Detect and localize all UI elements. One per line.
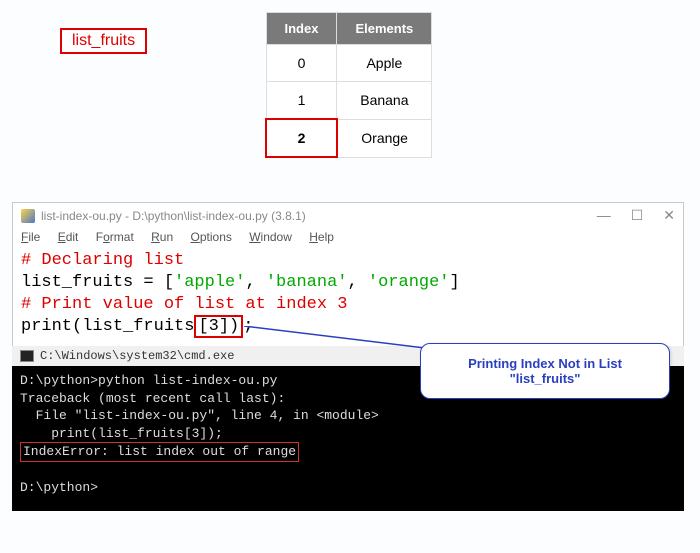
cmd-error-highlight: IndexError: list index out of range (20, 442, 299, 462)
cmd-icon (20, 350, 34, 362)
callout-box: Printing Index Not in List "list_fruits" (420, 343, 670, 399)
header-index: Index (266, 13, 337, 45)
code-string: 'apple' (174, 273, 245, 292)
code-comment: # Print value of list at index 3 (21, 295, 347, 314)
cell-element: Banana (337, 82, 432, 120)
minimize-button[interactable]: — (597, 207, 611, 224)
cell-index: 0 (266, 45, 337, 82)
menu-help[interactable]: Help (309, 230, 334, 244)
idle-titlebar: list-index-ou.py - D:\python\list-index-… (13, 203, 683, 228)
window-buttons: — ☐ ✕ (597, 207, 675, 224)
python-icon (21, 209, 35, 223)
variable-label: list_fruits (60, 28, 147, 54)
menu-options[interactable]: Options (191, 230, 232, 244)
code-text: , (245, 273, 265, 292)
table-row: 0 Apple (266, 45, 432, 82)
cell-index-highlight: 2 (266, 119, 337, 157)
code-comment: # Declaring list (21, 251, 184, 270)
code-text: list_fruits = [ (21, 273, 174, 292)
table-header-row: Index Elements (266, 13, 432, 45)
menu-file[interactable]: File (21, 230, 40, 244)
cmd-title-text: C:\Windows\system32\cmd.exe (40, 349, 234, 363)
code-text: , (347, 273, 367, 292)
cell-index: 1 (266, 82, 337, 120)
table-row: 2 Orange (266, 119, 432, 157)
cmd-prompt: D:\python> (20, 480, 98, 495)
cmd-line: D:\python>python list-index-ou.py (20, 373, 277, 388)
cmd-line: print(list_fruits[3]); (20, 426, 223, 441)
code-highlight-index: [3]) (194, 315, 243, 338)
code-text: ] (450, 273, 460, 292)
cmd-line: File "list-index-ou.py", line 4, in <mod… (20, 408, 379, 423)
cell-element: Apple (337, 45, 432, 82)
code-string: 'orange' (368, 273, 450, 292)
idle-menubar: File Edit Format Run Options Window Help (13, 228, 683, 248)
close-button[interactable]: ✕ (663, 207, 675, 224)
menu-edit[interactable]: Edit (58, 230, 79, 244)
menu-window[interactable]: Window (249, 230, 292, 244)
code-string: 'banana' (266, 273, 348, 292)
maximize-button[interactable]: ☐ (631, 207, 644, 224)
menu-format[interactable]: Format (96, 230, 134, 244)
list-table: Index Elements 0 Apple 1 Banana 2 Orange (265, 12, 432, 158)
menu-run[interactable]: Run (151, 230, 173, 244)
header-elements: Elements (337, 13, 432, 45)
cell-element: Orange (337, 119, 432, 157)
idle-window: list-index-ou.py - D:\python\list-index-… (12, 202, 684, 349)
code-area[interactable]: # Declaring list list_fruits = ['apple',… (13, 248, 683, 348)
cmd-line: Traceback (most recent call last): (20, 391, 285, 406)
table-row: 1 Banana (266, 82, 432, 120)
idle-title-text: list-index-ou.py - D:\python\list-index-… (41, 209, 306, 223)
code-text: print(list_fruits (21, 317, 194, 336)
code-text: ; (243, 317, 253, 336)
